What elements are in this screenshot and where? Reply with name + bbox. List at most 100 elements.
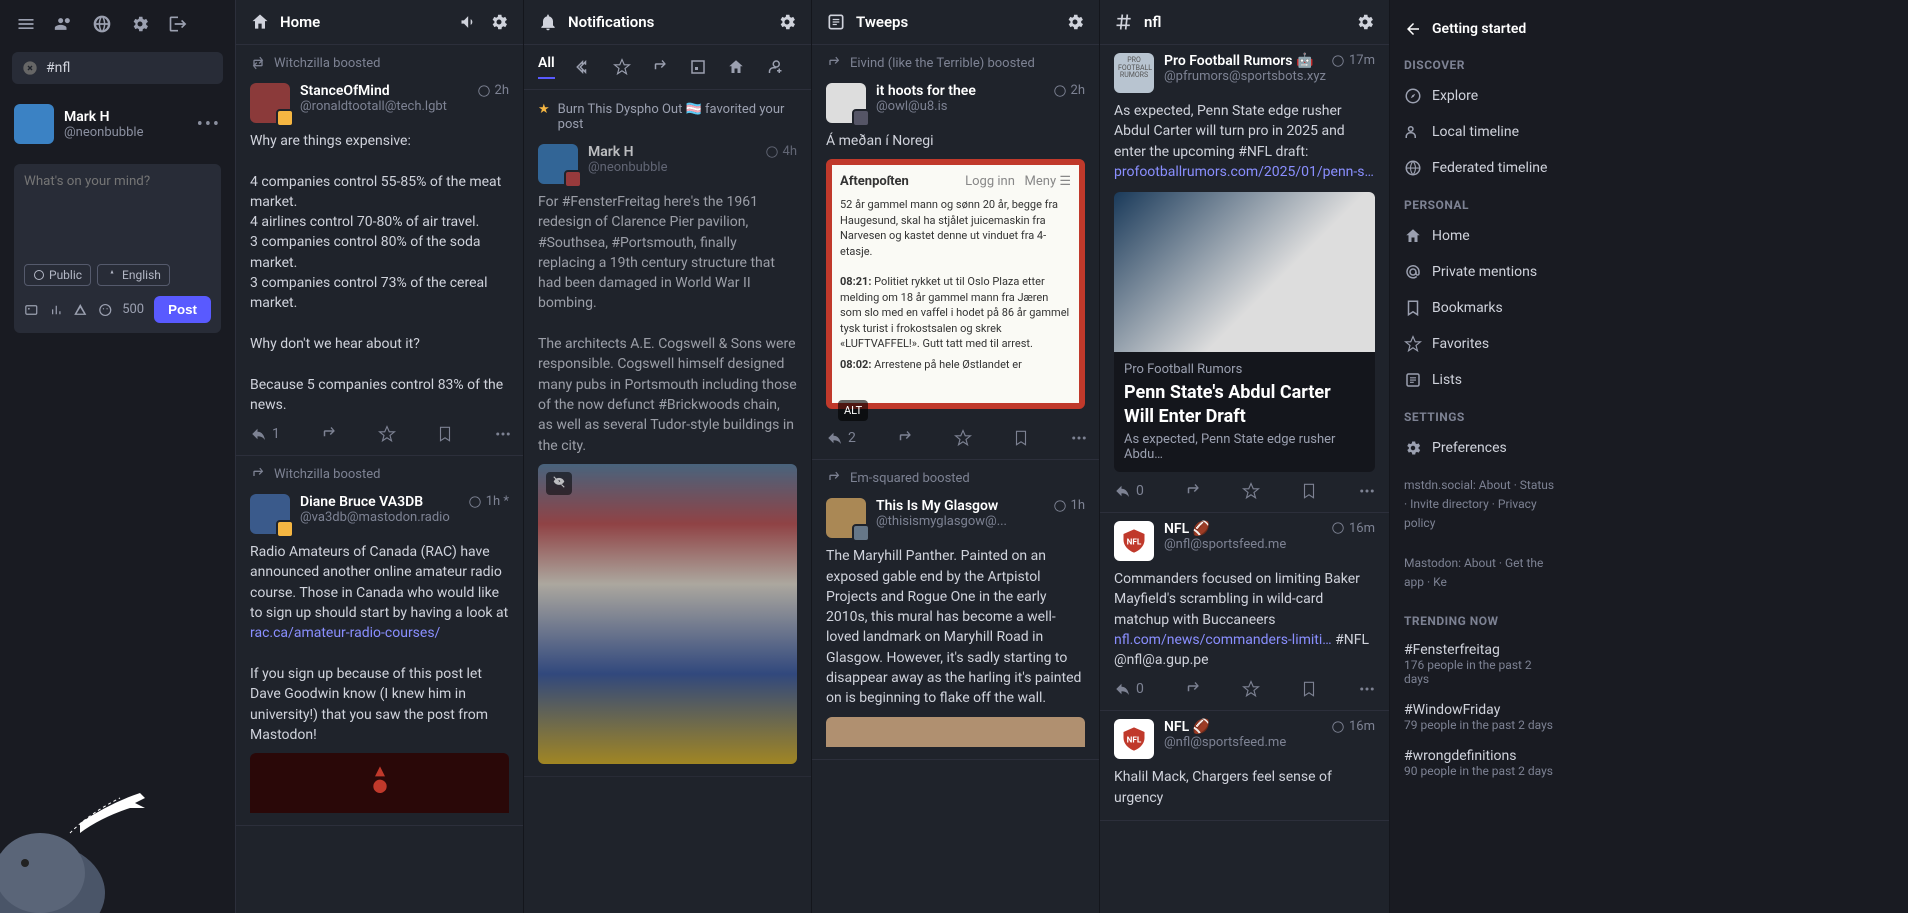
nav-favorites[interactable]: Favorites	[1398, 326, 1562, 362]
post-image[interactable]: AftenpoſtenLogg inn Meny ☰ 52 år gammel …	[826, 159, 1085, 409]
avatar[interactable]: NFL	[1114, 719, 1154, 759]
reply-button[interactable]: 0	[1114, 482, 1144, 500]
settings-icon[interactable]	[777, 12, 797, 32]
nav-mentions[interactable]: Private mentions	[1398, 254, 1562, 290]
boost-button[interactable]	[896, 429, 914, 447]
display-name[interactable]: NFL 🏈	[1164, 719, 1321, 735]
poll-tab-icon[interactable]	[689, 58, 707, 76]
logout-icon[interactable]	[168, 14, 188, 34]
settings-icon[interactable]	[1065, 12, 1085, 32]
avatar[interactable]	[250, 83, 290, 123]
user-handle[interactable]: @ronaldtootall@tech.lgbt	[300, 99, 467, 114]
nav-preferences[interactable]: Preferences	[1398, 430, 1562, 466]
avatar[interactable]: PROFOOTBALLRUMORS	[1114, 53, 1154, 93]
cw-icon[interactable]	[73, 301, 88, 319]
timestamp[interactable]: 1h	[1071, 498, 1085, 513]
post-image[interactable]	[826, 717, 1085, 747]
reply-button[interactable]: 0	[1114, 680, 1144, 698]
nav-back-header[interactable]: Getting started	[1398, 12, 1562, 46]
bookmark-button[interactable]	[1300, 680, 1318, 698]
alt-badge[interactable]: ALT	[838, 400, 868, 421]
user-handle[interactable]: @nfl@sportsfeed.me	[1164, 537, 1321, 552]
bookmark-button[interactable]	[436, 425, 454, 443]
favorite-button[interactable]	[378, 425, 396, 443]
nav-bookmarks[interactable]: Bookmarks	[1398, 290, 1562, 326]
more-button[interactable]	[1358, 680, 1376, 698]
nav-local[interactable]: Local timeline	[1398, 114, 1562, 150]
boost-button[interactable]	[1184, 680, 1202, 698]
avatar[interactable]	[538, 144, 578, 184]
avatar[interactable]	[826, 83, 866, 123]
clear-icon[interactable]	[22, 60, 38, 76]
reply-button[interactable]: 1	[250, 425, 280, 443]
nav-federated[interactable]: Federated timeline	[1398, 150, 1562, 186]
gear-icon[interactable]	[130, 14, 150, 34]
timestamp[interactable]: 2h	[1071, 83, 1085, 98]
display-name[interactable]: it hoots for thee	[876, 83, 1043, 99]
display-name[interactable]: Mark H	[588, 144, 755, 160]
people-icon[interactable]	[54, 14, 74, 34]
follow-tab-icon[interactable]	[765, 58, 783, 76]
trend-item[interactable]: #wrongdefinitions90 people in the past 2…	[1398, 740, 1562, 786]
more-button[interactable]	[1358, 482, 1376, 500]
timestamp[interactable]: 4h	[783, 144, 797, 159]
tab-all[interactable]: All	[538, 55, 555, 79]
post-link[interactable]: profootballrumors.com/2025/01/penn-s…	[1114, 164, 1374, 180]
announce-icon[interactable]	[459, 12, 479, 32]
favorite-button[interactable]	[1242, 482, 1260, 500]
back-arrow-icon[interactable]	[1404, 20, 1422, 38]
profile-menu-icon[interactable]: •••	[197, 114, 221, 135]
trend-item[interactable]: #WindowFriday79 people in the past 2 day…	[1398, 694, 1562, 740]
nav-home[interactable]: Home	[1398, 218, 1562, 254]
avatar[interactable]	[826, 498, 866, 538]
settings-icon[interactable]	[489, 12, 509, 32]
user-handle[interactable]: @thisismyglasgow@...	[876, 514, 1043, 529]
user-handle[interactable]: @pfrumors@sportsbots.xyz	[1164, 69, 1321, 84]
nav-lists[interactable]: Lists	[1398, 362, 1562, 398]
timestamp[interactable]: 16m	[1349, 719, 1375, 734]
timestamp[interactable]: 16m	[1349, 521, 1375, 536]
display-name[interactable]: Pro Football Rumors 🤖	[1164, 53, 1321, 69]
post-link[interactable]: rac.ca/amateur-radio-courses/	[250, 625, 440, 641]
attach-image-icon[interactable]	[24, 301, 39, 319]
home-tab-icon[interactable]	[727, 58, 745, 76]
user-handle[interactable]: @neonbubble	[588, 160, 755, 175]
trend-item[interactable]: #Fensterfreitag176 people in the past 2 …	[1398, 634, 1562, 694]
post-button[interactable]: Post	[154, 296, 211, 323]
settings-icon[interactable]	[1355, 12, 1375, 32]
bookmark-button[interactable]	[1012, 429, 1030, 447]
link-preview[interactable]: Pro Football Rumors Penn State's Abdul C…	[1114, 192, 1375, 472]
display-name[interactable]: This Is My Glasgow	[876, 498, 1043, 514]
boost-button[interactable]	[320, 425, 338, 443]
display-name[interactable]: NFL 🏈	[1164, 521, 1321, 537]
favorites-tab-icon[interactable]	[613, 58, 631, 76]
nav-explore[interactable]: Explore	[1398, 78, 1562, 114]
avatar[interactable]	[250, 494, 290, 534]
visibility-pill[interactable]: Public	[24, 264, 91, 286]
reply-button[interactable]: 2	[826, 429, 856, 447]
more-button[interactable]	[1070, 429, 1088, 447]
more-button[interactable]	[494, 425, 512, 443]
bookmark-button[interactable]	[1300, 482, 1318, 500]
search-bar[interactable]: #nfl	[12, 52, 223, 84]
mentions-tab-icon[interactable]	[575, 58, 593, 76]
avatar[interactable]	[14, 104, 54, 144]
poll-icon[interactable]	[49, 301, 64, 319]
timestamp[interactable]: 1h *	[486, 494, 509, 509]
language-pill[interactable]: English	[97, 264, 170, 286]
user-handle[interactable]: @owl@u8.is	[876, 99, 1043, 114]
timestamp[interactable]: 2h	[495, 83, 509, 98]
display-name[interactable]: StanceOfMind	[300, 83, 467, 99]
hide-media-icon[interactable]	[546, 472, 572, 495]
boosts-tab-icon[interactable]	[651, 58, 669, 76]
boost-button[interactable]	[1184, 482, 1202, 500]
display-name[interactable]: Diane Bruce VA3DB	[300, 494, 458, 510]
favorite-button[interactable]	[1242, 680, 1260, 698]
emoji-icon[interactable]	[98, 301, 113, 319]
user-handle[interactable]: @nfl@sportsfeed.me	[1164, 735, 1321, 750]
favorite-button[interactable]	[954, 429, 972, 447]
footer-links-2[interactable]: Mastodon: About · Get the app · Ke	[1398, 544, 1562, 602]
user-handle[interactable]: @va3db@mastodon.radio	[300, 510, 458, 525]
post-image[interactable]	[538, 464, 797, 764]
menu-icon[interactable]	[16, 14, 36, 34]
